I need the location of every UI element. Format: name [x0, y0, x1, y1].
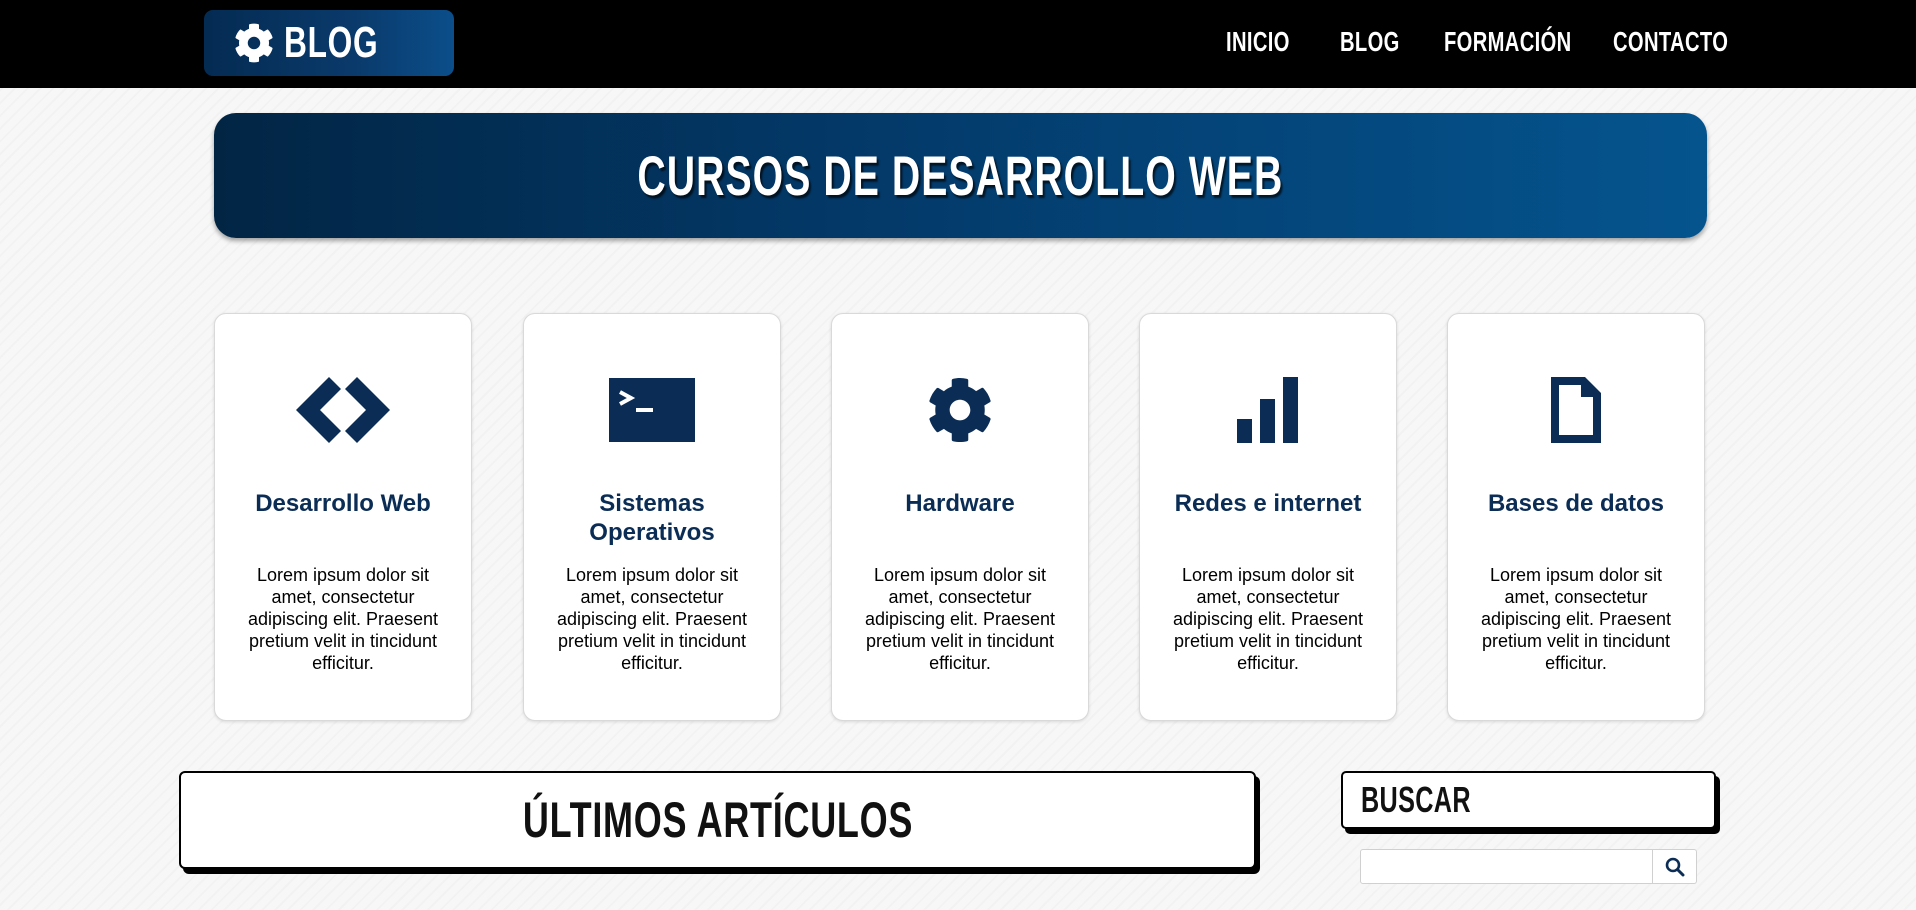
- card-title: Redes e internet: [1174, 490, 1362, 517]
- card-title: Desarrollo Web: [255, 490, 431, 517]
- hero-banner: CURSOS DE DESARROLLO WEB: [214, 113, 1707, 238]
- card-title: Hardware: [905, 490, 1015, 517]
- nav-item-blog[interactable]: BLOG: [1340, 26, 1400, 58]
- search-widget-heading: BUSCAR: [1341, 771, 1716, 829]
- gear-icon: [929, 378, 991, 442]
- search-input[interactable]: [1360, 849, 1653, 884]
- card-text: Lorem ipsum dolor sit amet, consectetur …: [1172, 565, 1364, 673]
- card-title: Sistemas Operativos: [589, 490, 715, 546]
- signal-bars-icon: [1237, 377, 1298, 443]
- search-title: BUSCAR: [1361, 779, 1471, 820]
- hero-title: CURSOS DE DESARROLLO WEB: [637, 144, 1284, 207]
- nav-item-contacto[interactable]: CONTACTO: [1613, 26, 1728, 58]
- course-card-bases-de-datos[interactable]: Bases de datos Lorem ipsum dolor sit ame…: [1447, 313, 1705, 721]
- card-text: Lorem ipsum dolor sit amet, consectetur …: [247, 565, 439, 673]
- nav-item-formacion[interactable]: FORMACIÓN: [1444, 26, 1572, 58]
- card-title: Bases de datos: [1487, 490, 1665, 517]
- card-text: Lorem ipsum dolor sit amet, consectetur …: [864, 565, 1056, 673]
- top-navbar: BLOG INICIO BLOG FORMACIÓN CONTACTO: [0, 0, 1916, 88]
- course-card-redes-internet[interactable]: Redes e internet Lorem ipsum dolor sit a…: [1139, 313, 1397, 721]
- course-card-hardware[interactable]: Hardware Lorem ipsum dolor sit amet, con…: [831, 313, 1089, 721]
- course-card-desarrollo-web[interactable]: Desarrollo Web Lorem ipsum dolor sit ame…: [214, 313, 472, 721]
- document-icon: [1551, 377, 1601, 443]
- terminal-icon: [609, 378, 695, 442]
- latest-articles-heading: ÚLTIMOS ARTÍCULOS: [179, 771, 1256, 869]
- code-icon: [296, 377, 390, 443]
- main-nav: INICIO BLOG FORMACIÓN CONTACTO: [0, 20, 1916, 68]
- nav-item-inicio[interactable]: INICIO: [1226, 26, 1290, 58]
- search-icon: [1665, 857, 1684, 876]
- card-text: Lorem ipsum dolor sit amet, consectetur …: [556, 565, 748, 673]
- course-card-sistemas-operativos[interactable]: Sistemas Operativos Lorem ipsum dolor si…: [523, 313, 781, 721]
- card-text: Lorem ipsum dolor sit amet, consectetur …: [1480, 565, 1672, 673]
- section-title: ÚLTIMOS ARTÍCULOS: [522, 792, 913, 848]
- search-button[interactable]: [1653, 849, 1697, 884]
